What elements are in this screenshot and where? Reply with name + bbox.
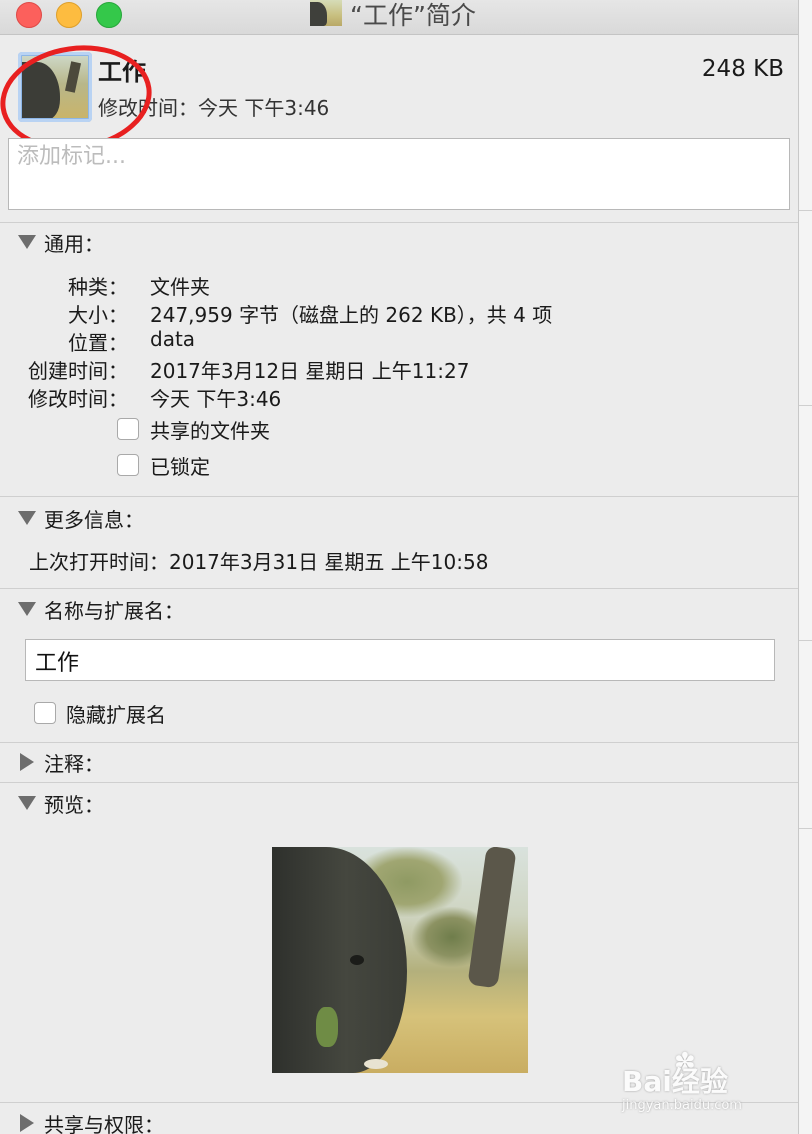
section-sharing-label: 共享与权限： xyxy=(44,1112,164,1134)
get-info-window: “工作”简介 工作 修改时间：今天 下午3:46 248 KB 通用： 种类： … xyxy=(0,0,799,1134)
shared-folder-label: 共享的文件夹 xyxy=(150,419,270,443)
disclosure-down-icon[interactable] xyxy=(18,511,36,525)
watermark-brand: Bai经验 xyxy=(622,1065,728,1098)
section-more-info-label: 更多信息： xyxy=(44,507,144,532)
shared-folder-checkbox[interactable] xyxy=(117,418,139,440)
where-label: 位置： xyxy=(68,331,128,355)
preview-image xyxy=(272,847,528,1073)
title-bar: “工作”简介 xyxy=(0,0,798,35)
divider xyxy=(0,782,798,783)
baidu-watermark: ✽ Bai经验 jingyan.baidu.com xyxy=(622,1048,772,1118)
hide-extension-label: 隐藏扩展名 xyxy=(66,703,166,727)
title-folder-icon xyxy=(310,0,342,26)
divider xyxy=(0,742,798,743)
section-name-ext-header[interactable]: 名称与扩展名： xyxy=(18,594,184,624)
section-preview-header[interactable]: 预览： xyxy=(18,788,104,818)
created-label: 创建时间： xyxy=(28,359,128,383)
section-name-ext-label: 名称与扩展名： xyxy=(44,598,184,623)
disclosure-down-icon[interactable] xyxy=(18,602,36,616)
section-sharing-header[interactable]: 共享与权限： xyxy=(18,1108,164,1134)
section-preview-label: 预览： xyxy=(44,792,104,817)
divider xyxy=(0,222,798,223)
section-comments-header[interactable]: 注释： xyxy=(18,747,104,777)
tags-field[interactable] xyxy=(8,138,790,210)
zoom-button[interactable] xyxy=(96,2,122,28)
kind-label: 种类： xyxy=(68,275,128,299)
tags-input[interactable] xyxy=(15,143,779,170)
section-general-label: 通用： xyxy=(44,231,104,256)
divider xyxy=(0,496,798,497)
section-comments-label: 注释： xyxy=(44,751,104,776)
last-opened-text: 上次打开时间：2017年3月31日 星期五 上午10:58 xyxy=(29,550,489,574)
created-value: 2017年3月12日 星期日 上午11:27 xyxy=(150,359,470,383)
disclosure-right-icon[interactable] xyxy=(20,753,34,771)
section-general-header[interactable]: 通用： xyxy=(18,227,104,257)
section-more-info-header[interactable]: 更多信息： xyxy=(18,503,144,533)
locked-label: 已锁定 xyxy=(150,455,210,479)
size-label: 大小： xyxy=(68,303,128,327)
window-title: “工作”简介 xyxy=(350,1,476,30)
locked-checkbox[interactable] xyxy=(117,454,139,476)
where-value: data xyxy=(150,327,196,351)
size-value: 247,959 字节（磁盘上的 262 KB），共 4 项 xyxy=(150,303,553,327)
modified-value: 今天 下午3:46 xyxy=(150,387,282,411)
disclosure-down-icon[interactable] xyxy=(18,235,36,249)
divider xyxy=(0,588,798,589)
close-button[interactable] xyxy=(16,2,42,28)
item-size: 248 KB xyxy=(701,56,784,82)
disclosure-down-icon[interactable] xyxy=(18,796,36,810)
name-field[interactable] xyxy=(25,639,775,681)
kind-value: 文件夹 xyxy=(150,275,210,299)
minimize-button[interactable] xyxy=(56,2,82,28)
background-window-edge xyxy=(799,0,812,1134)
disclosure-right-icon[interactable] xyxy=(20,1114,34,1132)
watermark-url: jingyan.baidu.com xyxy=(622,1098,742,1113)
hide-extension-checkbox[interactable] xyxy=(34,702,56,724)
name-input[interactable] xyxy=(33,647,757,674)
modified-label: 修改时间： xyxy=(28,387,128,411)
